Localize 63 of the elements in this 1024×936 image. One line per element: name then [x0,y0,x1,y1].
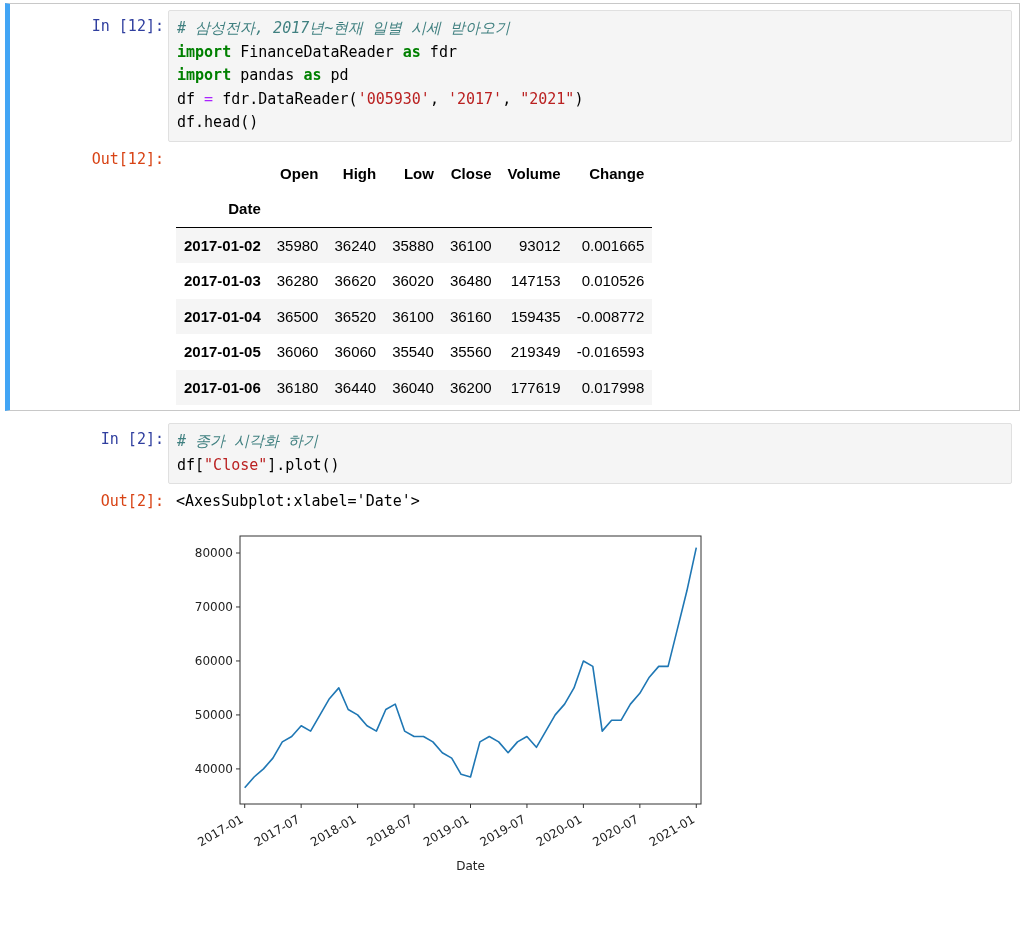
code-line: df["Close"].plot() [177,454,341,476]
output-text: <AxesSubplot:xlabel='Date'> [176,491,421,510]
code-line: df = fdr.DataReader('005930', '2017', "2021") [177,88,585,110]
y-tick-label: 40000 [194,761,233,776]
table-cell: -0.016593 [568,334,653,370]
table-cell: 177619 [499,369,569,405]
input-prompt: In [2]: [99,429,165,450]
table-cell: 35540 [384,334,442,370]
table-cell: 36060 [326,334,385,370]
table-cell: 36500 [268,298,327,334]
table-cell: -0.008772 [568,298,653,334]
table-cell: 36480 [441,263,500,299]
row-index: 2017-01-06 [176,369,269,405]
code-editor[interactable]: # 종가 시각화 하기 df["Close"].plot() [168,423,1012,484]
table-cell: 36280 [268,263,327,299]
table-cell: 159435 [499,298,569,334]
column-header: Close [449,163,493,184]
table-cell: 36100 [384,298,442,334]
table-cell: 36240 [326,227,385,263]
row-index: 2017-01-03 [176,263,269,299]
table-cell: 35980 [268,227,327,263]
table-cell: 147153 [499,263,569,299]
index-header: Date [176,191,269,227]
selected-cell[interactable] [5,3,1020,411]
table-cell: 0.001665 [568,227,653,263]
code-editor[interactable]: # 삼성전자, 2017년~현재 일별 시세 받아오기 import FinanceDataReader as fdr import pandas as pd df = fdr.DataReader('005930', '2017', "2021") df.head() [168,10,1012,142]
column-header: Low [402,163,435,184]
code-line: df.head() [177,112,260,133]
code-line: # 삼성전자, 2017년~현재 일별 시세 받아오기 [177,18,512,39]
table-cell: 36440 [326,369,385,405]
table-cell: 36040 [384,369,442,405]
column-header: Change [588,163,646,184]
output-prompt: Out[2]: [99,491,165,512]
row-index: 2017-01-04 [176,298,269,334]
y-tick-label: 70000 [194,600,233,614]
y-tick-label: 50000 [194,707,233,722]
table-cell: 36100 [441,227,500,263]
table-cell: 36200 [441,369,500,405]
table-cell: 0.017998 [568,369,653,405]
y-tick-label: 80000 [194,546,233,560]
x-axis-label: Date [456,859,485,873]
table-cell: 36620 [326,263,385,299]
table-cell: 35880 [384,227,442,263]
column-header: Volume [506,163,562,184]
input-prompt: In [12]: [90,16,165,37]
table-cell: 35560 [441,334,500,370]
row-index: 2017-01-05 [176,334,269,370]
column-header: High [341,163,378,184]
column-header: Open [279,163,320,184]
table-cell: 36520 [326,298,385,334]
table-cell: 36160 [441,298,500,334]
row-index: 2017-01-02 [176,227,269,263]
code-line: import FinanceDataReader as fdr [177,41,458,63]
table-cell: 0.010526 [568,263,653,299]
table-cell: 93012 [499,227,569,263]
output-prompt: Out[12]: [90,148,165,170]
table-cell: 36020 [384,263,442,299]
table-cell: 36180 [268,369,327,405]
code-line: # 종가 시각화 하기 [177,431,320,452]
table-cell: 36060 [268,334,327,370]
table-cell: 219349 [499,334,569,370]
y-tick-label: 60000 [194,653,233,668]
code-line: import pandas as pd [177,65,350,86]
